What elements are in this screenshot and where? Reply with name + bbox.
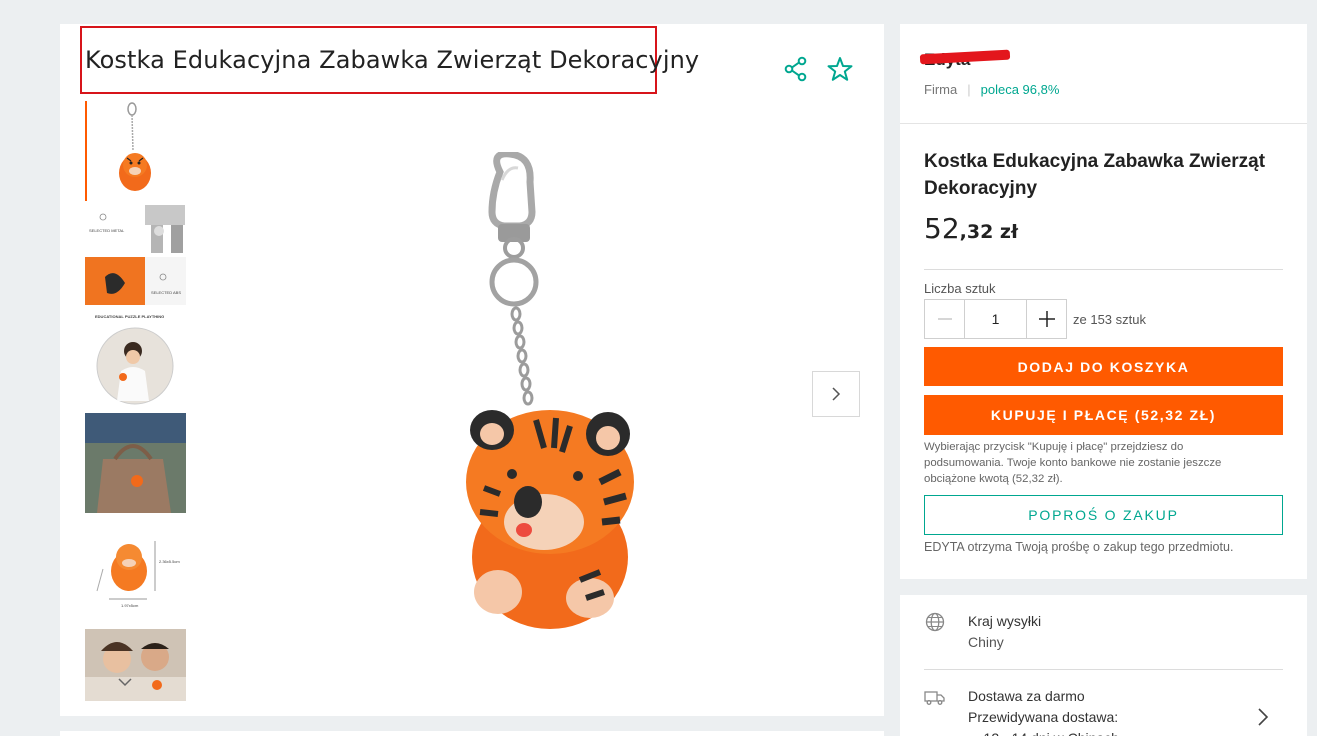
main-product-image[interactable] — [440, 150, 640, 632]
seller-type: Firma — [924, 82, 958, 97]
buy-now-button[interactable]: KUPUJĘ I PŁACĘ (52,32 ZŁ) — [924, 395, 1283, 435]
ship-country-row: Kraj wysyłki Chiny — [924, 611, 1041, 653]
divider — [900, 123, 1307, 124]
quantity-increase-button[interactable] — [1027, 300, 1066, 338]
thumb-dim-width: 1.97x5cm — [121, 603, 139, 608]
seller-meta: Firma | poleca 96,8% — [924, 82, 1059, 97]
price: 52,32 zł — [924, 212, 1018, 245]
divider — [924, 669, 1283, 670]
thumbnail-strip: SELECTED METAL SELECTED ABS EDUCATIONAL … — [85, 101, 186, 701]
thumbnail-3[interactable]: SELECTED ABS — [85, 257, 186, 305]
ask-purchase-button[interactable]: POPROŚ O ZAKUP — [924, 495, 1283, 535]
price-rest: ,32 zł — [959, 221, 1019, 243]
add-to-cart-button[interactable]: DODAJ DO KOSZYKA — [924, 347, 1283, 386]
globe-icon — [925, 612, 945, 632]
thumbnail-6[interactable]: 2.36x5.5cm 1.97x5cm — [85, 521, 186, 621]
thumb-label-puzzle: EDUCATIONAL PUZZLE PLAYTHING — [95, 314, 165, 319]
product-gallery-card: Kostka Edukacyjna Zabawka Zwierząt Dekor… — [60, 24, 884, 716]
share-icon[interactable] — [783, 56, 809, 82]
product-title: Kostka Edukacyjna Zabawka Zwierząt Dekor… — [85, 46, 700, 74]
quantity-available: ze 153 sztuk — [1073, 312, 1146, 327]
shipping-card: Kraj wysyłki Chiny Dostawa za darmo Prze… — [900, 595, 1307, 736]
meta-separator: | — [967, 82, 971, 97]
delivery-row[interactable]: Dostawa za darmo Przewidywana dostawa: .… — [924, 686, 1119, 736]
star-icon[interactable] — [827, 56, 853, 82]
thumb-label-abs: SELECTED ABS — [151, 290, 182, 295]
thumbnail-4[interactable]: EDUCATIONAL PUZZLE PLAYTHING — [85, 311, 186, 407]
buy-note: Wybierając przycisk "Kupuję i płacę" prz… — [924, 441, 1222, 485]
description-card — [60, 731, 884, 736]
price-main: 52 — [924, 212, 960, 245]
ship-country-value: Chiny — [968, 634, 1004, 650]
truck-icon — [924, 691, 945, 705]
quantity-stepper — [924, 299, 1067, 339]
product-title-highlight: Kostka Edukacyjna Zabawka Zwierząt Dekor… — [80, 26, 699, 94]
seller-recommendation[interactable]: poleca 96,8% — [981, 82, 1060, 97]
minus-icon — [937, 318, 952, 320]
thumbnail-7[interactable] — [85, 629, 186, 701]
quantity-label: Liczba sztuk — [924, 281, 996, 296]
quantity-decrease-button[interactable] — [925, 300, 964, 338]
thumbnail-5[interactable] — [85, 413, 186, 513]
quantity-input[interactable] — [964, 300, 1027, 338]
chevron-right-icon[interactable] — [1256, 707, 1270, 727]
chevron-right-icon — [832, 387, 841, 401]
thumb-dim-height: 2.36x5.5cm — [159, 559, 180, 564]
offer-card: Edyta Firma | poleca 96,8% Kostka Edukac… — [900, 24, 1307, 579]
thumbnail-1[interactable] — [85, 101, 186, 201]
delivery-time: ... 12 - 14 dni w Chinach — [968, 728, 1119, 736]
offer-title: Kostka Edukacyjna Zabawka Zwierząt Dekor… — [924, 151, 1266, 199]
thumbnail-2[interactable]: SELECTED METAL — [85, 205, 186, 257]
delivery-expected: Przewidywana dostawa: — [968, 709, 1119, 725]
gallery-next-button[interactable] — [812, 371, 860, 417]
delivery-label: Dostawa za darmo — [968, 688, 1085, 704]
ask-note: EDYTA otrzyma Twoją prośbę o zakup tego … — [924, 540, 1234, 554]
ship-country-label: Kraj wysyłki — [968, 613, 1042, 629]
thumb-label-metal: SELECTED METAL — [89, 228, 125, 233]
divider — [924, 269, 1283, 270]
plus-icon — [1038, 311, 1055, 327]
